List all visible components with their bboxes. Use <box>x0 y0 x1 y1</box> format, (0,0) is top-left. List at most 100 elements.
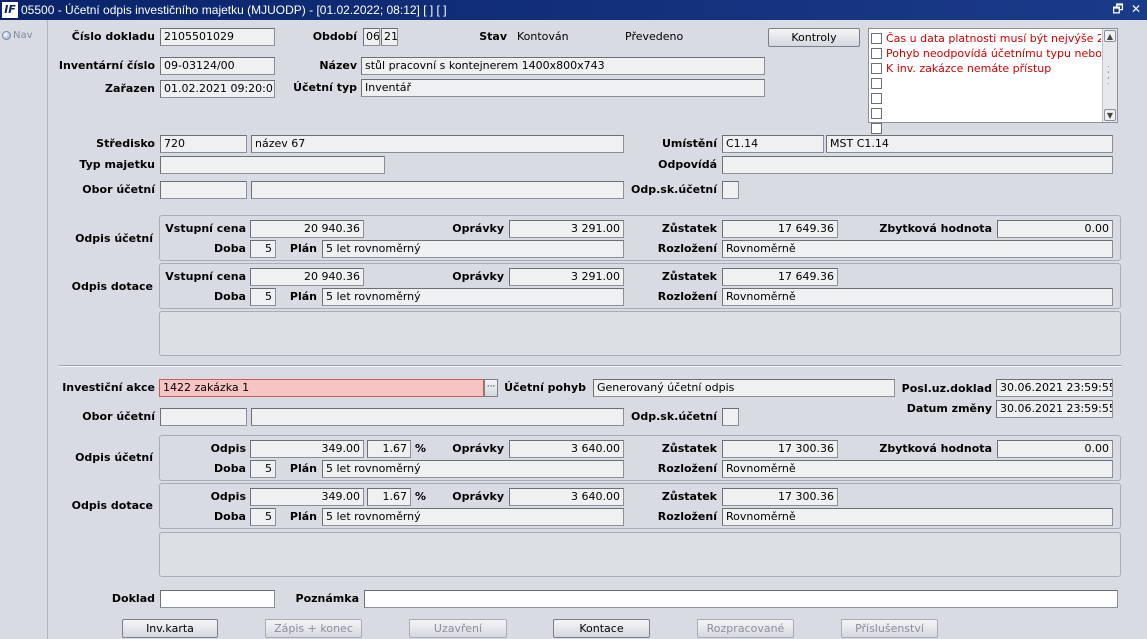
umisteni-code-field[interactable]: C1.14 <box>722 135 824 153</box>
app-logo-icon: IF <box>2 2 18 18</box>
odpis-percent-field[interactable]: 1.67 <box>367 488 411 506</box>
message-text: Čas u data platnosti musí být nejvýše 23… <box>886 32 1101 45</box>
doba-label: Doba <box>214 462 246 475</box>
zbytkova-hodnota-field[interactable]: 0.00 <box>997 440 1113 458</box>
opravky-field[interactable]: 3 291.00 <box>509 268 624 286</box>
vstupni-cena-field[interactable]: 20 940.36 <box>250 220 364 238</box>
obor-ucetni-name-field[interactable] <box>251 181 624 199</box>
message-checkbox[interactable] <box>871 48 882 59</box>
rozlozeni-label: Rozložení <box>657 242 717 255</box>
plan-field[interactable]: 5 let rovnoměrný <box>322 240 624 258</box>
prislusenstvi-button[interactable]: Příslušenství <box>841 619 938 638</box>
nav-label: Nav <box>13 30 33 41</box>
message-row: Čas u data platnosti musí být nejvýše 23… <box>871 31 1101 46</box>
message-checkbox[interactable] <box>871 108 882 119</box>
nazev-field[interactable]: stůl pracovní s kontejnerem 1400x800x743 <box>361 57 765 75</box>
close-window-icon[interactable]: ✕ <box>1129 2 1143 16</box>
obdobi-month-field[interactable]: 06 <box>363 28 380 46</box>
message-checkbox[interactable] <box>871 63 882 74</box>
stredisko-code-field[interactable]: 720 <box>160 135 247 153</box>
obor-ucetni-code-field[interactable] <box>160 181 247 199</box>
odp-sk-ucetni-2-field[interactable] <box>722 408 739 426</box>
rozlozeni-field[interactable]: Rovnoměrně <box>722 240 1113 258</box>
investicni-akce-field[interactable]: 1422 zakázka 1 <box>159 379 484 397</box>
scroll-up-icon[interactable]: ▲ <box>1104 30 1116 42</box>
datum-zmeny-label: Datum změny <box>906 402 992 415</box>
inv-karta-button[interactable]: Inv.karta <box>122 619 218 638</box>
zbytkova-hodnota-field[interactable]: 0.00 <box>997 220 1113 238</box>
cislo-dokladu-field[interactable]: 2105501029 <box>160 28 275 46</box>
obdobi-year-field[interactable]: 21 <box>381 28 398 46</box>
doba-field[interactable]: 5 <box>250 288 276 306</box>
cislo-dokladu-label: Číslo dokladu <box>71 30 155 43</box>
plan-label: Plán <box>289 510 317 523</box>
doba-field[interactable]: 5 <box>250 240 276 258</box>
kontroly-button[interactable]: Kontroly <box>768 28 860 47</box>
stav-label: Stav <box>479 30 507 43</box>
odpis-label: Odpis <box>210 490 246 503</box>
messages-scrollbar[interactable]: ▲ ⁚ ⁚ ⁚ ▼ <box>1102 29 1117 122</box>
plan-field[interactable]: 5 let rovnoměrný <box>322 508 624 526</box>
message-row: Pohyb neodpovídá účetnímu typu nebo typu <box>871 46 1101 61</box>
doba-field[interactable]: 5 <box>250 460 276 478</box>
window-titlebar: IF 05500 - Účetní odpis investičního maj… <box>0 0 1147 20</box>
odpis-dotace-bottom-group: Odpis 349.00 1.67 % Oprávky 3 640.00 Zůs… <box>159 483 1121 529</box>
nav-toggle[interactable]: Nav <box>2 30 33 41</box>
stredisko-name-field[interactable]: název 67 <box>251 135 624 153</box>
odpis-field[interactable]: 349.00 <box>250 488 364 506</box>
posl-uz-doklad-field[interactable]: 30.06.2021 23:59:55 <box>996 379 1113 397</box>
datum-zmeny-field[interactable]: 30.06.2021 23:59:55 <box>996 400 1113 418</box>
inventarni-cislo-field[interactable]: 09-03124/00 <box>160 57 275 75</box>
zarazen-field[interactable]: 01.02.2021 09:20:01 <box>160 80 275 98</box>
validation-messages[interactable]: Čas u data platnosti musí být nejvýše 23… <box>868 28 1118 134</box>
opravky-field[interactable]: 3 291.00 <box>509 220 624 238</box>
obor-ucetni-2-name-field[interactable] <box>251 408 624 426</box>
ucetni-typ-field[interactable]: Inventář <box>361 79 765 97</box>
umisteni-name-field[interactable]: MST C1.14 <box>826 135 1113 153</box>
odpis-ucetni-bottom-label: Odpis účetní <box>75 451 153 464</box>
message-text: K inv. zakázce nemáte přístup <box>886 62 1052 75</box>
odpis-ucetni-top-group: Vstupní cena 20 940.36 Oprávky 3 291.00 … <box>159 215 1121 261</box>
message-checkbox[interactable] <box>871 123 882 134</box>
zustatek-field[interactable]: 17 649.36 <box>722 220 838 238</box>
plan-field[interactable]: 5 let rovnoměrný <box>322 460 624 478</box>
zustatek-field[interactable]: 17 300.36 <box>722 488 838 506</box>
ucetni-pohyb-field[interactable]: Generovaný účetní odpis <box>593 379 895 397</box>
rozlozeni-field[interactable]: Rovnoměrně <box>722 460 1113 478</box>
message-checkbox[interactable] <box>871 33 882 44</box>
empty-panel-top <box>159 311 1121 356</box>
odpis-field[interactable]: 349.00 <box>250 440 364 458</box>
kontace-button[interactable]: Kontace <box>553 619 650 638</box>
restore-window-icon[interactable]: 🗗 <box>1111 2 1125 16</box>
investicni-akce-lov-button[interactable]: ··· <box>484 379 498 397</box>
opravky-field[interactable]: 3 640.00 <box>509 488 624 506</box>
rozlozeni-field[interactable]: Rovnoměrně <box>722 288 1113 306</box>
obor-ucetni-2-label: Obor účetní <box>82 410 155 423</box>
odpovida-label: Odpovídá <box>658 158 717 171</box>
inventarni-cislo-label: Inventární číslo <box>58 59 155 72</box>
rozlozeni-field[interactable]: Rovnoměrně <box>722 508 1113 526</box>
zapis-konec-button[interactable]: Zápis + konec <box>265 619 362 638</box>
doba-field[interactable]: 5 <box>250 508 276 526</box>
message-checkbox[interactable] <box>871 78 882 89</box>
doklad-field[interactable] <box>160 590 275 608</box>
odp-sk-ucetni-field[interactable] <box>722 181 739 199</box>
plan-label: Plán <box>289 242 317 255</box>
odpis-percent-field[interactable]: 1.67 <box>367 440 411 458</box>
plan-field[interactable]: 5 let rovnoměrný <box>322 288 624 306</box>
typ-majetku-field[interactable] <box>160 156 385 174</box>
zustatek-field[interactable]: 17 300.36 <box>722 440 838 458</box>
poznamka-field[interactable] <box>364 590 1118 608</box>
vstupni-cena-field[interactable]: 20 940.36 <box>250 268 364 286</box>
message-checkbox[interactable] <box>871 93 882 104</box>
opravky-field[interactable]: 3 640.00 <box>509 440 624 458</box>
message-text: Pohyb neodpovídá účetnímu typu nebo typu <box>886 47 1101 60</box>
zustatek-field[interactable]: 17 649.36 <box>722 268 838 286</box>
scroll-down-icon[interactable]: ▼ <box>1104 109 1116 121</box>
ucetni-pohyb-label: Účetní pohyb <box>504 381 586 394</box>
obor-ucetni-2-code-field[interactable] <box>160 408 247 426</box>
uzavreni-button[interactable]: Uzavření <box>409 619 507 638</box>
odpis-label: Odpis <box>210 442 246 455</box>
rozpracovane-button[interactable]: Rozpracované <box>697 619 794 638</box>
odpovida-field[interactable] <box>722 156 1113 174</box>
